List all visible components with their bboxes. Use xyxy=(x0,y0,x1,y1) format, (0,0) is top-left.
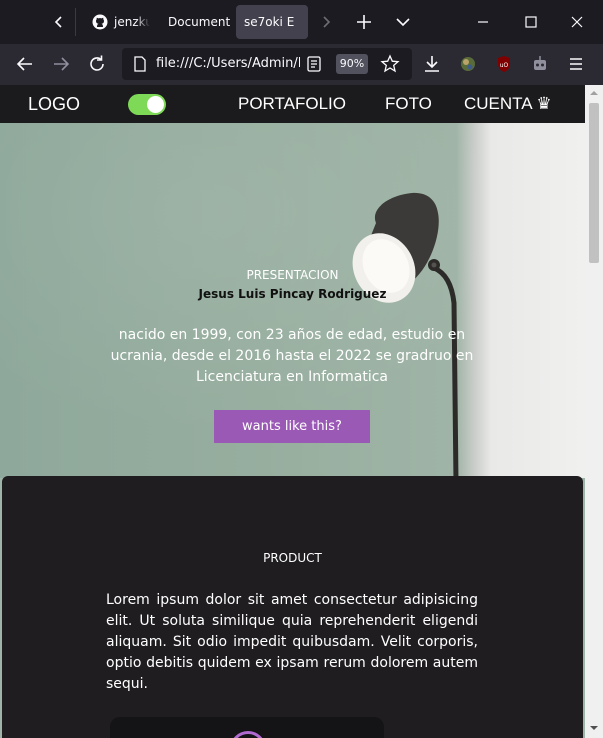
page-scrollbar[interactable] xyxy=(585,85,603,738)
github-icon xyxy=(92,14,108,30)
arrow-left-icon xyxy=(16,57,32,71)
tab-scroll-right-button[interactable] xyxy=(316,8,336,36)
tab-separator xyxy=(75,8,76,36)
hero-section: PRESENTACION Jesus Luis Pincay Rodriguez… xyxy=(0,123,585,483)
window-maximize-button[interactable] xyxy=(516,8,546,36)
nav-link-account[interactable]: CUENTA ♛ xyxy=(464,94,552,114)
close-icon xyxy=(571,16,583,28)
product-card xyxy=(110,717,384,738)
extension-avatar-button[interactable] xyxy=(454,50,482,78)
tab-label: se7oki E xyxy=(244,15,295,29)
product-section: PRODUCT Lorem ipsum dolor sit amet conse… xyxy=(2,476,583,738)
hamburger-menu-icon xyxy=(570,58,582,70)
menu-button[interactable] xyxy=(562,50,590,78)
hero-title: PRESENTACION xyxy=(246,268,339,282)
svg-text:uO: uO xyxy=(500,62,509,69)
extension-robot-button[interactable] xyxy=(526,50,554,78)
file-icon xyxy=(134,56,146,72)
nav-link-photo[interactable]: FOTO xyxy=(385,94,432,114)
tab-label: Document xyxy=(168,15,231,29)
zoom-level-badge[interactable]: 90% xyxy=(336,54,368,74)
site-header: LOGO PORTAFOLIO FOTO CUENTA ♛ xyxy=(0,85,585,123)
toggle-knob xyxy=(147,96,164,113)
tab-github[interactable]: jenzku xyxy=(84,5,150,39)
reader-view-icon[interactable] xyxy=(306,56,322,72)
theme-toggle[interactable] xyxy=(128,94,166,115)
extension-avatar-icon xyxy=(461,57,475,71)
url-text: file:///C:/Users/Admin/D xyxy=(156,56,300,71)
scroll-up-arrow-icon[interactable] xyxy=(585,85,603,101)
list-all-tabs-button[interactable] xyxy=(390,8,416,36)
browser-tab-strip: jenzku Document se7oki E xyxy=(0,0,603,44)
downloads-button[interactable] xyxy=(418,50,446,78)
tab-active[interactable]: se7oki E xyxy=(236,5,308,39)
new-tab-button[interactable] xyxy=(350,8,378,36)
browser-toolbar: file:///C:/Users/Admin/D 90% uO xyxy=(0,44,603,85)
maximize-icon xyxy=(525,16,537,28)
ublock-shield-icon: uO xyxy=(498,56,510,72)
reload-button[interactable] xyxy=(83,50,111,78)
tab-scroll-left-button[interactable] xyxy=(44,8,74,36)
chevron-down-icon xyxy=(396,18,410,27)
arrow-right-icon xyxy=(54,57,70,71)
back-button[interactable] xyxy=(11,50,39,78)
hero-name: Jesus Luis Pincay Rodriguez xyxy=(198,287,387,301)
page-viewport: PRESENTACION Jesus Luis Pincay Rodriguez… xyxy=(0,85,585,738)
bookmark-star-icon[interactable] xyxy=(380,54,400,74)
nav-link-portfolio[interactable]: PORTAFOLIO xyxy=(238,94,346,114)
download-icon xyxy=(425,56,439,72)
window-close-button[interactable] xyxy=(562,8,592,36)
chevron-right-icon xyxy=(323,16,331,28)
scroll-down-arrow-icon[interactable] xyxy=(585,720,603,736)
chevron-left-icon xyxy=(54,16,62,28)
forward-button[interactable] xyxy=(47,50,75,78)
ublock-button[interactable]: uO xyxy=(490,50,518,78)
window-minimize-button[interactable] xyxy=(468,8,498,36)
hero-cta-button[interactable]: wants like this? xyxy=(214,410,370,443)
address-bar[interactable]: file:///C:/Users/Admin/D 90% xyxy=(122,48,412,80)
robot-icon xyxy=(534,56,546,70)
tab-document[interactable]: Document xyxy=(160,5,232,39)
scrollbar-thumb[interactable] xyxy=(589,103,599,263)
product-text: Lorem ipsum dolor sit amet consectetur a… xyxy=(106,592,478,692)
emblem-icon xyxy=(230,731,266,738)
hero-description: nacido en 1999, con 23 años de edad, est… xyxy=(110,327,474,385)
plus-icon xyxy=(357,15,371,29)
reload-icon xyxy=(90,55,104,71)
minimize-icon xyxy=(478,21,488,23)
site-logo[interactable]: LOGO xyxy=(28,94,80,115)
product-title: PRODUCT xyxy=(263,551,322,565)
